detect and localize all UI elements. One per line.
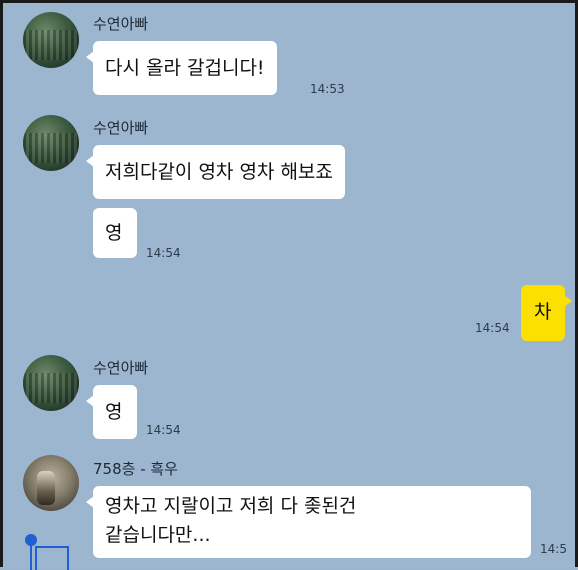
message-bubble[interactable]: 저희다같이 영차 영차 해보죠: [86, 145, 345, 199]
sender-name: 수연아빠: [93, 15, 149, 33]
text-cursor-handle-icon[interactable]: [25, 534, 37, 546]
text-selection-box: [35, 546, 69, 570]
message-time: 14:54: [146, 423, 181, 437]
message-time: 14:54: [146, 246, 181, 260]
message-text: 영: [105, 401, 123, 423]
message-bubble[interactable]: 영: [86, 385, 137, 439]
my-message-bubble[interactable]: 차: [521, 285, 572, 341]
message-text: 다시 올라 갈겁니다!: [105, 57, 265, 79]
sender-name: 수연아빠: [93, 119, 149, 137]
message-text: 차: [534, 301, 552, 323]
message-time: 14:5: [540, 542, 567, 556]
message-bubble[interactable]: 영: [93, 208, 137, 258]
chat-window: 수연아빠 다시 올라 갈겁니다! 14:53 수연아빠 저희다같이 영차 영차 …: [0, 0, 578, 570]
sender-avatar[interactable]: [23, 12, 79, 68]
message-text: 저희다같이 영차 영차 해보죠: [105, 161, 333, 183]
message-text-line: 같습니다만...: [105, 524, 211, 546]
message-time: 14:54: [475, 321, 510, 335]
sender-name: 758층 - 흑우: [93, 460, 178, 478]
message-time: 14:53: [310, 82, 345, 96]
sender-name: 수연아빠: [93, 359, 149, 377]
message-text: 영: [105, 222, 123, 244]
message-bubble[interactable]: 다시 올라 갈겁니다!: [86, 41, 277, 95]
text-cursor-line: [30, 546, 32, 570]
message-text-line: 영차고 지랄이고 저희 다 좆된건: [105, 495, 357, 517]
sender-avatar[interactable]: [23, 455, 79, 511]
sender-avatar[interactable]: [23, 115, 79, 171]
sender-avatar[interactable]: [23, 355, 79, 411]
message-bubble[interactable]: 영차고 지랄이고 저희 다 좆된건 같습니다만...: [86, 486, 531, 558]
